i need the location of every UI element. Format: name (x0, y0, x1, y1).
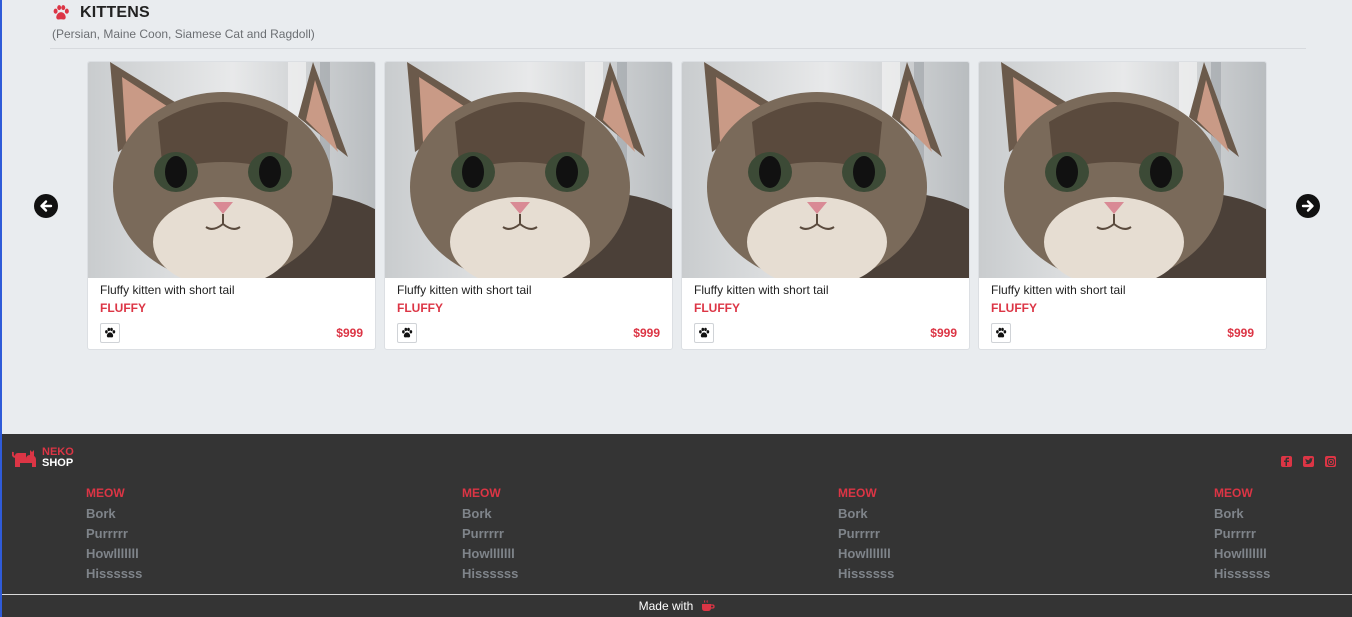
footer-column-heading: MEOW (462, 486, 501, 500)
social-links (1281, 456, 1336, 467)
footer-link-purrrrr[interactable]: Purrrrr (86, 526, 142, 546)
card-paw-button[interactable] (397, 323, 417, 343)
carousel-prev-button[interactable] (34, 194, 58, 218)
paw-icon (53, 5, 69, 20)
footer-link-howl[interactable]: Howlllllll (1214, 546, 1270, 566)
brand-logo[interactable]: NEKO SHOP (12, 447, 74, 469)
kitten-image[interactable] (979, 62, 1267, 278)
card-title[interactable]: Fluffy kitten with short tail (991, 283, 1126, 297)
footer-link-purrrrr[interactable]: Purrrrr (1214, 526, 1270, 546)
product-card[interactable]: Fluffy kitten with short tail FLUFFY $99… (87, 61, 376, 350)
footer-column-heading: MEOW (86, 486, 125, 500)
paw-icon (996, 327, 1007, 338)
footer-link-bork[interactable]: Bork (1214, 506, 1270, 526)
card-paw-button[interactable] (991, 323, 1011, 343)
kitten-image[interactable] (88, 62, 376, 278)
footer-link-bork[interactable]: Bork (838, 506, 894, 526)
arrow-left-circle-icon (40, 200, 53, 212)
paw-icon (105, 327, 116, 338)
section-title: KITTENS (80, 4, 150, 21)
footer-link-purrrrr[interactable]: Purrrrr (838, 526, 894, 546)
card-price: $999 (930, 326, 957, 340)
card-tag: FLUFFY (991, 301, 1037, 315)
footer-link-howl[interactable]: Howlllllll (838, 546, 894, 566)
card-title[interactable]: Fluffy kitten with short tail (100, 283, 235, 297)
footer-link-bork[interactable]: Bork (86, 506, 142, 526)
footer-column-heading: MEOW (838, 486, 877, 500)
card-price: $999 (633, 326, 660, 340)
kitten-image[interactable] (385, 62, 673, 278)
card-price: $999 (1227, 326, 1254, 340)
card-tag: FLUFFY (694, 301, 740, 315)
card-title[interactable]: Fluffy kitten with short tail (694, 283, 829, 297)
section-subtitle: (Persian, Maine Coon, Siamese Cat and Ra… (52, 27, 315, 41)
instagram-icon[interactable] (1325, 456, 1336, 467)
card-tag: FLUFFY (397, 301, 443, 315)
footer-link-howl[interactable]: Howlllllll (86, 546, 142, 566)
coffee-cup-icon (701, 600, 715, 612)
section-header: KITTENS (Persian, Maine Coon, Siamese Ca… (50, 3, 1306, 49)
footer-link-bork[interactable]: Bork (462, 506, 518, 526)
kitten-image[interactable] (682, 62, 970, 278)
made-with-text: Made with (638, 599, 694, 613)
footer-link-hiss[interactable]: Hissssss (86, 566, 142, 586)
footer-column: MEOW Bork Purrrrr Howlllllll Hissssss (1214, 486, 1270, 586)
footer-column-heading: MEOW (1214, 486, 1253, 500)
twitter-icon[interactable] (1303, 456, 1314, 467)
card-paw-button[interactable] (694, 323, 714, 343)
product-card[interactable]: Fluffy kitten with short tail FLUFFY $99… (384, 61, 673, 350)
product-card[interactable]: Fluffy kitten with short tail FLUFFY $99… (978, 61, 1267, 350)
footer-column: MEOW Bork Purrrrr Howlllllll Hissssss (838, 486, 894, 586)
paw-icon (402, 327, 413, 338)
card-paw-button[interactable] (100, 323, 120, 343)
card-price: $999 (336, 326, 363, 340)
footer-link-purrrrr[interactable]: Purrrrr (462, 526, 518, 546)
carousel-next-button[interactable] (1296, 194, 1320, 218)
brand-line2: SHOP (42, 457, 74, 469)
product-card[interactable]: Fluffy kitten with short tail FLUFFY $99… (681, 61, 970, 350)
footer-column: MEOW Bork Purrrrr Howlllllll Hissssss (86, 486, 142, 586)
footer-link-hiss[interactable]: Hissssss (838, 566, 894, 586)
footer-link-howl[interactable]: Howlllllll (462, 546, 518, 566)
card-title[interactable]: Fluffy kitten with short tail (397, 283, 532, 297)
footer-column: MEOW Bork Purrrrr Howlllllll Hissssss (462, 486, 518, 586)
brand-text: NEKO SHOP (42, 447, 74, 469)
footer-bottom-bar: Made with (2, 594, 1352, 617)
product-carousel: Fluffy kitten with short tail FLUFFY $99… (87, 61, 1267, 350)
footer: NEKO SHOP MEOW Bork Purrrrr Howlllllll H… (2, 434, 1352, 617)
cat-logo-icon (12, 450, 36, 467)
arrow-right-circle-icon (1301, 200, 1314, 212)
paw-icon (699, 327, 710, 338)
card-tag: FLUFFY (100, 301, 146, 315)
facebook-icon[interactable] (1281, 456, 1292, 467)
section-title-row: KITTENS (50, 3, 1306, 23)
footer-link-hiss[interactable]: Hissssss (462, 566, 518, 586)
footer-link-hiss[interactable]: Hissssss (1214, 566, 1270, 586)
